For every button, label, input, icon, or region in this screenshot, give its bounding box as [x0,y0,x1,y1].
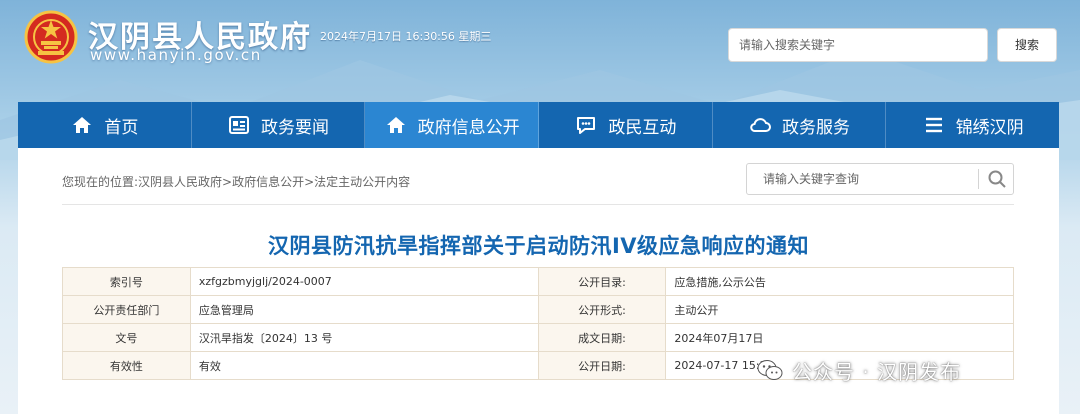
home-icon [386,117,405,133]
meta-key: 文号 [62,323,191,352]
wechat-icon [757,360,783,380]
meta-value: 应急措施,公示公告 [665,267,1014,296]
site-header: 汉阴县人民政府 www.hanyin.gov.cn 2024年7月17日 16:… [0,0,1080,100]
nav-item-label: 锦绣汉阴 [955,117,1024,138]
site-url: www.hanyin.gov.cn [90,46,262,64]
nav-item-scenic-hanyin[interactable]: 锦绣汉阴 [886,102,1059,148]
nav-item-home[interactable]: 首页 [18,102,192,148]
search-icon[interactable] [987,169,1007,189]
meta-key: 公开日期: [537,351,667,380]
menu-icon [925,117,942,133]
chat-icon [577,117,596,134]
meta-key: 成文日期: [537,323,667,352]
nav-item-label: 政务要闻 [261,117,329,138]
content-search-input[interactable]: 请输入关键字查询 [763,164,859,194]
nav-item-label: 政务服务 [782,117,851,138]
meta-key: 公开责任部门 [62,295,191,324]
breadcrumb[interactable]: 您现在的位置:汉阴县人民政府>政府信息公开>法定主动公开内容 [62,173,410,190]
table-row: 公开责任部门 应急管理局 公开形式: 主动公开 [62,295,1014,324]
meta-key: 公开形式: [537,295,667,324]
table-row: 文号 汉汛旱指发〔2024〕13 号 成文日期: 2024年07月17日 [62,323,1014,352]
meta-value: 汉汛旱指发〔2024〕13 号 [189,323,539,352]
nav-item-label: 政民互动 [608,117,677,138]
meta-value: 主动公开 [665,295,1014,324]
national-emblem-icon [24,10,78,64]
meta-value: 有效 [189,351,539,380]
current-datetime: 2024年7月17日 16:30:56 星期三 [320,30,492,43]
nav-item-label: 政府信息公开 [417,117,520,138]
meta-key: 索引号 [62,267,191,296]
table-row: 索引号 xzfgzbmyjglj/2024-0007 公开目录: 应急措施,公示… [62,267,1014,296]
header-search-input[interactable]: 请输入搜索关键字 [728,28,988,62]
home-icon [73,117,92,133]
nav-item-gov-news[interactable]: 政务要闻 [192,102,366,148]
meta-value: xzfgzbmyjglj/2024-0007 [189,267,539,296]
nav-item-label: 首页 [104,117,139,138]
main-nav: 首页 政务要闻 政府信息公开 政民互动 政务服务 锦绣汉阴 [18,102,1059,148]
cloud-icon [750,118,771,132]
wechat-watermark: 公众号 · 汉阴发布 [756,352,961,388]
search-divider [978,169,979,189]
nav-item-gov-services[interactable]: 政务服务 [713,102,887,148]
meta-key: 公开目录: [537,267,667,296]
header-search-button[interactable]: 搜索 [997,28,1057,62]
meta-key: 有效性 [62,351,191,380]
divider [62,204,1014,205]
news-icon [229,116,249,134]
meta-value: 2024年07月17日 [665,323,1014,352]
nav-item-gov-info-disclosure[interactable]: 政府信息公开 [365,102,540,148]
nav-item-public-interaction[interactable]: 政民互动 [539,102,713,148]
watermark-text: 公众号 · 汉阴发布 [792,359,962,384]
document-title: 汉阴县防汛抗旱指挥部关于启动防汛IV级应急响应的通知 [267,234,810,258]
content-search-box[interactable]: 请输入关键字查询 [746,163,1014,195]
meta-value: 应急管理局 [189,295,539,324]
